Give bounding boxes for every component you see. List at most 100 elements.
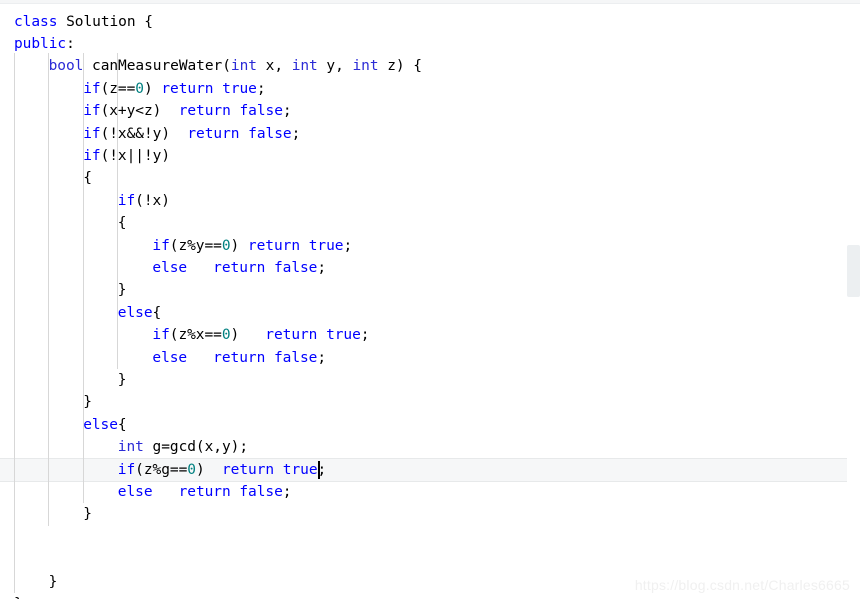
code-token-kw: return [265, 327, 318, 344]
code-token-kw: true [282, 461, 318, 478]
code-line[interactable]: { [118, 212, 127, 234]
code-line[interactable]: if(x+y<z) return false; [83, 100, 291, 122]
code-token-plain: ) [195, 461, 222, 478]
code-editor-window: class Solution {public: bool canMeasureWa… [0, 0, 860, 599]
code-line[interactable]: } [83, 503, 92, 525]
vertical-scrollbar-thumb[interactable] [847, 245, 860, 297]
code-token-kw: else [117, 304, 153, 321]
code-token-ident: Solution [66, 13, 136, 30]
indent-guide-level-1 [14, 53, 15, 593]
code-token-kw: class [14, 13, 58, 30]
code-line[interactable]: }; [14, 593, 31, 599]
code-token-plain: ; [291, 125, 301, 142]
code-token-kw: true [326, 327, 361, 344]
editor-top-strip [0, 0, 860, 4]
code-token-kw: return [247, 237, 301, 254]
code-token-plain: ( [222, 58, 231, 75]
code-token-plain: ; [282, 103, 292, 120]
code-token-plain: (!x&&!y) [100, 125, 188, 142]
code-line[interactable]: if(z==0) return true; [83, 78, 265, 100]
code-token-plain: ) [230, 237, 248, 254]
code-token-plain: } [48, 573, 58, 590]
code-token-plain: ; [282, 483, 292, 500]
code-token-kw: else [117, 483, 153, 500]
code-line[interactable]: else return false; [152, 257, 326, 279]
vertical-scrollbar-track[interactable] [847, 5, 860, 599]
code-line[interactable]: else return false; [118, 481, 292, 503]
code-token-num: 0 [221, 237, 231, 254]
code-token-plain: g=gcd(x,y); [143, 439, 249, 456]
code-token-ident: canMeasureWater [92, 58, 223, 75]
code-token-plain: (!x) [135, 192, 170, 209]
watermark-text: https://blog.csdn.net/Charles6665 [634, 577, 850, 593]
code-token-plain: ) [230, 327, 266, 344]
code-token-plain: z) { [378, 58, 422, 75]
code-line[interactable]: { [83, 167, 92, 189]
code-token-kw: else [152, 259, 188, 276]
code-line[interactable]: else{ [83, 414, 126, 436]
code-token-kw: false [273, 259, 318, 276]
code-token-kw: false [239, 483, 283, 500]
code-line[interactable]: } [83, 391, 92, 413]
code-token-plain: (!x||!y) [100, 147, 171, 164]
code-token-kw: true [222, 80, 257, 97]
code-token-plain: ) [143, 80, 162, 97]
code-token-kw: if [152, 237, 170, 254]
code-token-plain: } [117, 282, 127, 299]
code-token-plain: x, [256, 58, 292, 75]
code-line[interactable]: } [118, 369, 127, 391]
code-line[interactable]: if(!x||!y) [83, 145, 170, 167]
code-token-kw: if [83, 147, 101, 164]
code-line[interactable]: class Solution { [14, 11, 153, 33]
code-line[interactable]: } [118, 279, 127, 301]
code-token-plain: } [117, 371, 127, 388]
code-line[interactable]: } [49, 571, 58, 593]
code-token-plain: { [117, 416, 127, 433]
code-line[interactable]: else return false; [152, 347, 326, 369]
code-line[interactable]: if(z%g==0) return true; [118, 459, 326, 481]
code-line[interactable]: if(!x) [118, 190, 170, 212]
code-token-kw: else [83, 416, 118, 433]
code-token-kw: return [187, 125, 240, 142]
code-token-plain: ; [256, 80, 266, 97]
code-token-kw: else [152, 349, 188, 366]
code-token-plain: { [152, 304, 162, 321]
code-token-type: int [230, 58, 257, 75]
code-token-kw: return [213, 349, 266, 366]
code-token-kw: if [83, 80, 101, 97]
code-token-plain: y, [317, 58, 353, 75]
code-token-plain: (z== [100, 80, 136, 97]
code-token-kw: return [178, 103, 231, 120]
code-line[interactable]: public: [14, 33, 75, 55]
code-token-plain: (x+y<z) [100, 103, 179, 120]
code-token-plain: } [83, 394, 92, 411]
code-line[interactable]: if(z%y==0) return true; [152, 235, 352, 257]
code-token-kw: if [83, 103, 101, 120]
code-token-plain: { [117, 215, 127, 232]
code-token-plain: { [135, 13, 153, 30]
code-token-kw: return [161, 80, 214, 97]
code-line[interactable]: if(!x&&!y) return false; [83, 123, 300, 145]
code-token-plain: ; [360, 327, 370, 344]
code-token-kw: false [248, 125, 292, 142]
code-token-plain: : [66, 35, 75, 52]
code-line[interactable]: if(z%x==0) return true; [152, 324, 369, 346]
code-token-type: int [352, 58, 379, 75]
code-token-plain: { [83, 170, 92, 187]
code-token-type: bool [48, 58, 84, 75]
code-token-kw: true [308, 237, 344, 254]
code-line[interactable]: int g=gcd(x,y); [118, 436, 248, 458]
code-editing-surface[interactable]: class Solution {public: bool canMeasureWa… [0, 5, 860, 599]
code-line[interactable]: bool canMeasureWater(int x, int y, int z… [49, 55, 422, 77]
code-token-type: int [291, 58, 318, 75]
code-token-kw: if [117, 461, 136, 478]
code-line[interactable]: else{ [118, 302, 161, 324]
